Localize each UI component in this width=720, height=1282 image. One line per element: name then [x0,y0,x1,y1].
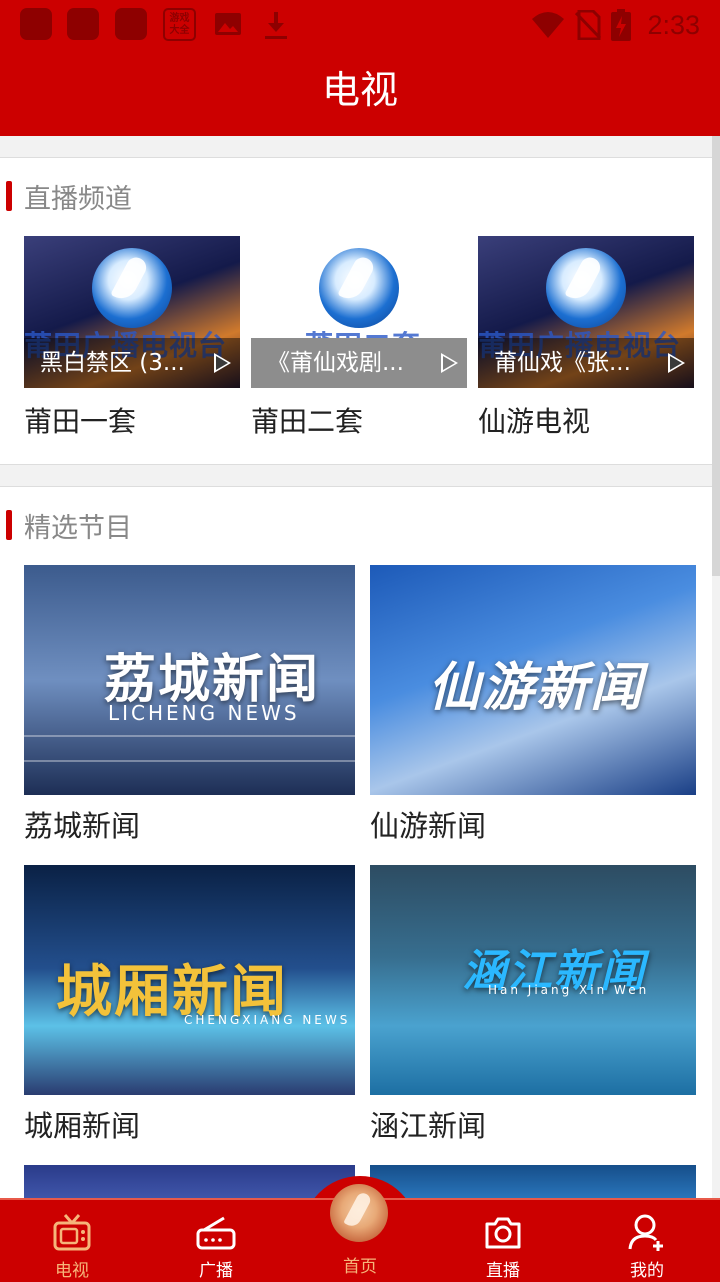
nav-item-live[interactable]: 直播 [443,1200,563,1282]
live-channels-panel: 直播频道 莆田广播电视台 黑白禁区 (3... 莆田一套 莆田二套 《莆仙戏剧.… [0,157,712,465]
battery-charging-icon [611,9,632,41]
section-header-live: 直播频道 [0,176,132,216]
section-marker [6,510,12,540]
play-icon[interactable] [441,353,458,373]
now-playing-caption: 《莆仙戏剧... [251,338,467,388]
user-add-icon [628,1214,663,1251]
nav-item-tv[interactable]: 电视 [12,1200,132,1282]
program-name: 荔城新闻 [24,809,141,843]
section-header-featured: 精选节目 [0,505,132,545]
station-logo-icon [319,248,399,328]
program-name: 城厢新闻 [24,1109,141,1143]
program-card[interactable] [24,1165,355,1199]
channel-thumbnail: 莆田广播电视台 莆仙戏《张... [478,236,694,388]
now-playing-caption: 黑白禁区 (3... [24,338,240,388]
channel-name: 莆田一套 [24,405,137,438]
nav-label: 广播 [199,1261,233,1281]
program-thumbnail [24,1165,355,1199]
channel-thumbnail: 莆田二套 《莆仙戏剧... [251,236,467,388]
program-card[interactable]: 仙游新闻 仙游新闻 [370,565,696,845]
program-name: 涵江新闻 [370,1109,487,1143]
wifi-icon [532,12,565,38]
program-overlay-subtitle: LICHENG NEWS [108,701,300,725]
channel-name: 莆田二套 [251,405,364,438]
program-card[interactable] [370,1165,696,1199]
featured-programs-panel: 精选节目 荔城新闻 LICHENG NEWS 荔城新闻 仙游新闻 仙游新闻 城厢… [0,486,712,1199]
program-card[interactable]: 荔城新闻 LICHENG NEWS 荔城新闻 [24,565,355,845]
camera-icon [485,1217,521,1249]
status-right: 2:33 [531,0,700,50]
now-playing-title: 《莆仙戏剧... [267,350,404,376]
radio-icon [196,1216,236,1250]
top-bar: 游戏大全 2:33 电视 [0,0,720,136]
program-card[interactable]: 涵江新闻 Han Jiang Xin Wen 涵江新闻 [370,865,696,1145]
game-center-icon: 游戏大全 [163,8,196,41]
notification-square-icon [20,8,52,40]
section-title: 直播频道 [24,183,132,215]
status-bar: 游戏大全 2:33 [0,0,720,50]
play-icon[interactable] [668,353,685,373]
program-card[interactable]: 城厢新闻 CHENGXIANG NEWS 城厢新闻 [24,865,355,1145]
program-name: 仙游新闻 [370,809,487,843]
channel-thumbnail: 莆田广播电视台 黑白禁区 (3... [24,236,240,388]
nav-label: 直播 [486,1261,520,1281]
page-title: 电视 [321,68,398,112]
notification-square-icon [67,8,99,40]
nav-item-radio[interactable]: 广播 [156,1200,276,1282]
nav-label: 我的 [630,1261,664,1281]
nav-label: 电视 [55,1261,89,1281]
section-marker [6,181,12,211]
program-thumbnail: 城厢新闻 CHENGXIANG NEWS [24,865,355,1095]
program-thumbnail: 荔城新闻 LICHENG NEWS [24,565,355,795]
station-logo-icon [546,248,626,328]
program-overlay-subtitle: CHENGXIANG NEWS [184,1013,351,1027]
download-icon [265,12,287,39]
status-time: 2:33 [647,9,700,40]
nav-item-mine[interactable]: 我的 [587,1200,707,1282]
now-playing-caption: 莆仙戏《张... [478,338,694,388]
program-thumbnail: 仙游新闻 [370,565,696,795]
scrollbar[interactable] [712,136,720,576]
station-logo-icon [92,248,172,328]
program-overlay-subtitle: Han Jiang Xin Wen [488,983,650,997]
now-playing-title: 黑白禁区 (3... [40,350,185,376]
tv-icon [53,1214,91,1251]
play-icon[interactable] [214,353,231,373]
notification-square-icon [115,8,147,40]
home-logo-icon[interactable] [330,1184,388,1242]
program-thumbnail [370,1165,696,1199]
program-overlay-title: 仙游新闻 [428,658,645,718]
channel-name: 仙游电视 [478,405,591,438]
image-icon [215,13,241,35]
no-sim-icon [575,10,602,40]
section-title: 精选节目 [24,512,132,544]
now-playing-title: 莆仙戏《张... [494,350,631,376]
nav-item-home-label[interactable]: 首页 [300,1252,420,1277]
program-thumbnail: 涵江新闻 Han Jiang Xin Wen [370,865,696,1095]
